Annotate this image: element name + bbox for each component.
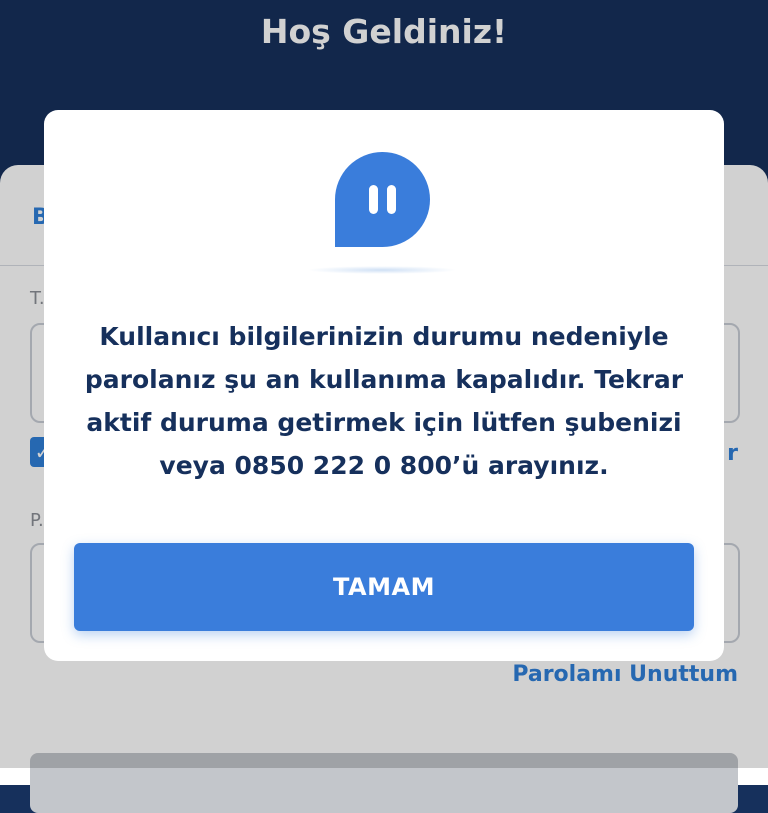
dialog-message: Kullanıcı bilgilerinizin durumu nedeniyl… [84,322,684,480]
pause-chat-icon [335,152,430,247]
icon-shadow [307,266,457,274]
alert-dialog: Kullanıcı bilgilerinizin durumu nedeniyl… [44,110,724,661]
ok-button[interactable]: TAMAM [74,543,694,631]
